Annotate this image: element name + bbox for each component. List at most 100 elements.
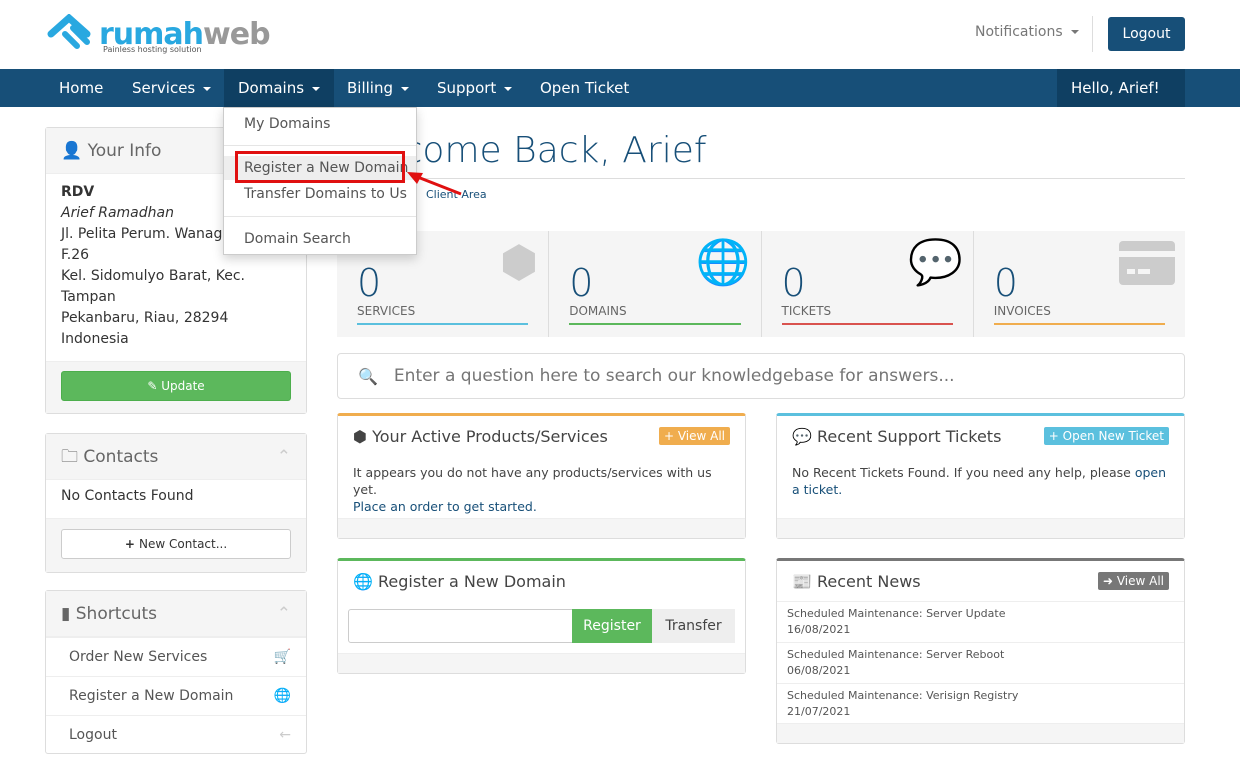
shortcut-logout[interactable]: Logout ←: [46, 715, 306, 754]
folder-icon: 🗀: [61, 447, 78, 467]
nav-services[interactable]: Services: [118, 69, 225, 107]
tile-value: 0: [781, 261, 806, 305]
annotation-arrow-icon: [407, 172, 462, 196]
menu-divider: [224, 145, 416, 146]
news-item[interactable]: Scheduled Maintenance: Server Update 16/0…: [777, 601, 1184, 642]
shortcut-register-domain[interactable]: Register a New Domain 🌐: [46, 676, 306, 715]
nav-label: Support: [437, 79, 497, 97]
button-label: Update: [161, 379, 205, 393]
tile-invoices[interactable]: 0 INVOICES: [974, 231, 1185, 337]
nav-open-ticket[interactable]: Open Ticket: [526, 69, 643, 107]
globe-icon: 🌐: [695, 237, 751, 288]
transfer-button[interactable]: Transfer: [652, 609, 735, 643]
news-date: 06/08/2021: [787, 664, 851, 677]
caret-down-icon: [401, 86, 409, 91]
shortcut-label: Logout: [69, 727, 117, 743]
chevron-up-icon[interactable]: ⌃: [277, 434, 291, 480]
nav-support[interactable]: Support: [423, 69, 526, 107]
caret-down-icon: [203, 86, 212, 91]
open-new-ticket-button[interactable]: + Open New Ticket: [1043, 427, 1169, 445]
globe-icon: 🌐: [353, 571, 373, 591]
news-item[interactable]: Scheduled Maintenance: Verisign Registry…: [777, 683, 1184, 724]
button-label: View All: [1116, 574, 1164, 588]
button-label: Open New Ticket: [1062, 429, 1164, 443]
menu-item-my-domains[interactable]: My Domains: [224, 112, 416, 136]
register-button[interactable]: Register: [572, 609, 652, 643]
notifications-dropdown[interactable]: Notifications: [975, 24, 1079, 40]
card-title: Register a New Domain: [378, 571, 566, 591]
globe-icon: 🌐: [273, 688, 291, 704]
logo-text-b: web: [203, 16, 271, 52]
user-greeting: Hello, Arief!: [1071, 79, 1160, 97]
tile-domains[interactable]: 🌐 0 DOMAINS: [549, 231, 762, 337]
caret-down-icon: [1079, 124, 1087, 129]
button-label: View All: [677, 429, 725, 443]
active-products-card: ⬢ Your Active Products/Services + View Al…: [337, 413, 746, 539]
cart-icon: 🛒: [273, 649, 291, 665]
menu-item-domain-search[interactable]: Domain Search: [224, 227, 416, 251]
panel-header[interactable]: ▮ Shortcuts ⌃: [46, 591, 306, 637]
logo[interactable]: rumahweb Painless hosting solution: [47, 14, 271, 54]
menu-divider: [224, 216, 416, 217]
bookmark-icon: ▮: [61, 604, 71, 624]
news-date: 21/07/2021: [787, 705, 851, 718]
tile-bar: [569, 323, 741, 325]
pencil-icon: ✎: [147, 379, 162, 393]
contacts-panel: 🗀 Contacts ⌃ No Contacts Found + New Cont…: [45, 433, 307, 573]
tile-label: INVOICES: [993, 304, 1051, 318]
caret-down-icon: [504, 86, 513, 91]
empty-text: It appears you do not have any products/…: [353, 465, 712, 497]
place-order-link[interactable]: Place an order to get started.: [353, 499, 537, 514]
header: rumahweb Painless hosting solution Notif…: [0, 0, 1240, 69]
tile-label: TICKETS: [781, 304, 832, 318]
panel-header[interactable]: 🗀 Contacts ⌃: [46, 434, 306, 480]
tile-label: DOMAINS: [569, 304, 627, 318]
panel-title: Contacts: [83, 447, 159, 467]
main-nav: Home Services Domains Billing Support Op…: [0, 69, 1240, 129]
news-title: Scheduled Maintenance: Server Update: [787, 607, 1006, 620]
news-view-all-button[interactable]: ➜ View All: [1097, 572, 1169, 590]
domain-input[interactable]: [348, 609, 573, 643]
plus-icon: +: [124, 537, 140, 551]
card-title: Recent Support Tickets: [817, 426, 1002, 446]
news-title: Scheduled Maintenance: Verisign Registry: [787, 689, 1019, 702]
cube-icon: ⬢: [353, 426, 367, 446]
news-item[interactable]: Scheduled Maintenance: Server Reboot 06/0…: [777, 642, 1184, 683]
nav-domains[interactable]: Domains: [224, 69, 335, 107]
empty-text: No Recent Tickets Found. If you need any…: [792, 465, 1131, 480]
shortcut-label: Order New Services: [69, 649, 208, 665]
user-icon: 👤: [61, 141, 83, 161]
address-line: Kel. Sidomulyo Barat, Kec. Tampan: [61, 268, 245, 305]
no-contacts-text: No Contacts Found: [61, 488, 194, 504]
credit-card-icon: [1119, 241, 1175, 293]
logo-tagline: Painless hosting solution: [103, 45, 202, 54]
card-title: Recent News: [817, 571, 921, 591]
nav-label: Open Ticket: [540, 79, 630, 97]
cube-icon: ⬢: [499, 237, 539, 288]
new-contact-button[interactable]: + New Contact...: [61, 529, 291, 559]
newspaper-icon: 📰: [792, 571, 812, 591]
arrow-left-icon: ←: [279, 727, 291, 743]
news-title: Scheduled Maintenance: Server Reboot: [787, 648, 1005, 661]
user-menu[interactable]: Hello, Arief!: [1057, 69, 1185, 129]
panel-title: Shortcuts: [75, 604, 158, 624]
comments-icon: 💬: [792, 426, 812, 446]
chevron-up-icon[interactable]: ⌃: [277, 591, 291, 637]
tile-tickets[interactable]: 💬 0 TICKETS: [762, 231, 974, 337]
tile-value: 0: [569, 261, 594, 305]
nav-home[interactable]: Home: [45, 69, 117, 107]
logout-button[interactable]: Logout: [1108, 17, 1185, 51]
recent-tickets-card: 💬 Recent Support Tickets + Open New Ticke…: [776, 413, 1185, 539]
nav-label: Domains: [238, 79, 305, 97]
nav-billing[interactable]: Billing: [333, 69, 423, 107]
kb-search-input[interactable]: [393, 366, 1174, 386]
update-button[interactable]: ✎ Update: [61, 371, 291, 401]
divider: [1092, 16, 1093, 52]
view-all-button[interactable]: + View All: [658, 427, 730, 445]
shortcut-order-services[interactable]: Order New Services 🛒: [46, 637, 306, 676]
tile-bar: [781, 323, 953, 325]
menu-item-transfer-domains[interactable]: Transfer Domains to Us: [224, 182, 416, 206]
tile-value: 0: [993, 261, 1018, 305]
news-date: 16/08/2021: [787, 623, 851, 636]
tile-value: 0: [357, 261, 382, 305]
